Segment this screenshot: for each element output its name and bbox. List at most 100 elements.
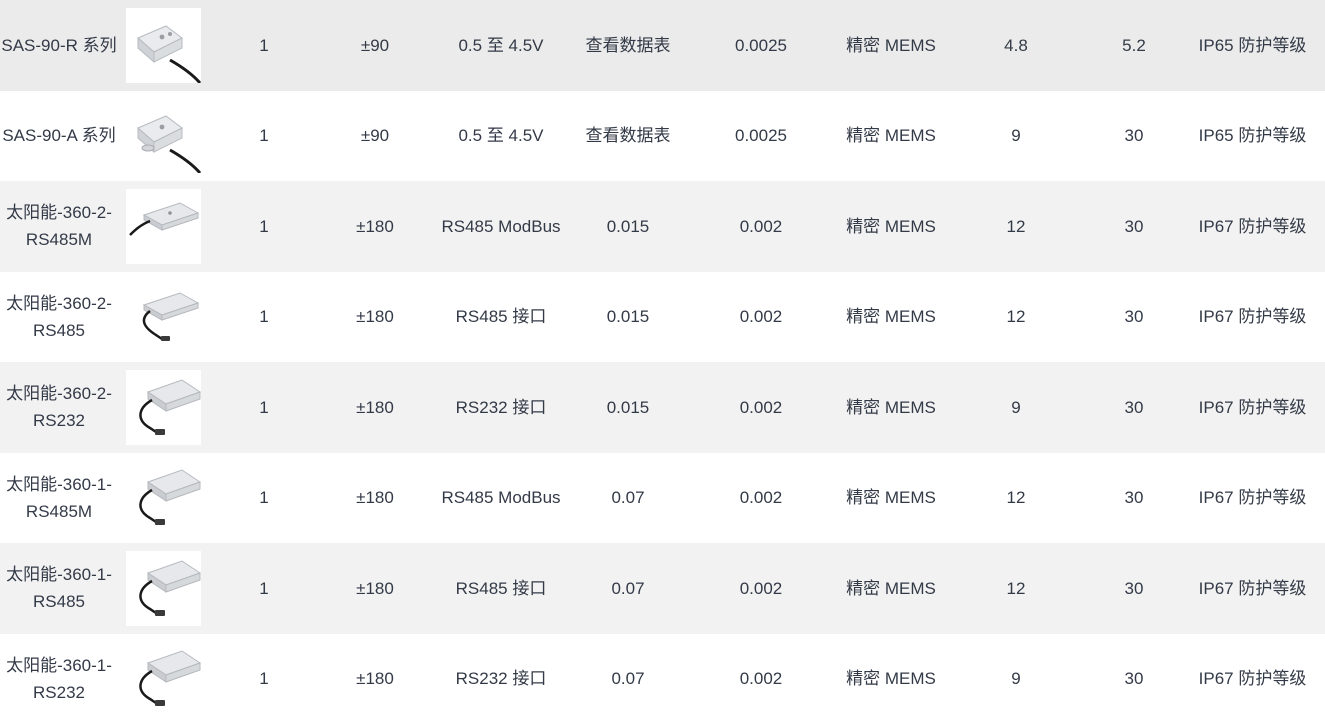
range-cell: ±180 [320,272,430,363]
value-cell-1: 12 [944,543,1088,634]
product-image-cell [118,181,208,272]
accuracy-cell: 0.002 [684,543,838,634]
accuracy-cell: 0.002 [684,181,838,272]
model-cell[interactable]: SAS-90-R 系列 [0,0,118,91]
protection-cell: IP67 防护等级 [1180,453,1325,544]
protection-cell: IP67 防护等级 [1180,634,1325,724]
product-image[interactable] [126,189,201,264]
sensor-image-icon [126,370,201,445]
range-cell: ±180 [320,543,430,634]
model-cell[interactable]: SAS-90-A 系列 [0,91,118,182]
sensor-image-icon [126,641,201,716]
value-cell-2: 30 [1088,453,1180,544]
axes-cell: 1 [208,272,320,363]
axes-cell: 1 [208,362,320,453]
output-cell: RS485 ModBus [430,453,572,544]
axes-cell: 1 [208,543,320,634]
accuracy-cell: 0.002 [684,634,838,724]
output-cell: RS232 接口 [430,362,572,453]
product-image[interactable] [126,98,201,173]
product-image[interactable] [126,370,201,445]
product-image[interactable] [126,551,201,626]
value-cell-2: 30 [1088,543,1180,634]
axes-cell: 1 [208,634,320,724]
value-cell-2: 30 [1088,272,1180,363]
table-row: 太阳能-360-1-RS485M 1 ±180 RS485 ModBus 0.0… [0,453,1325,544]
table-row: 太阳能-360-1-RS485 1 ±180 RS485 接口 0.07 0.0… [0,543,1325,634]
output-cell: 0.5 至 4.5V [430,91,572,182]
range-cell: ±90 [320,0,430,91]
product-image-cell [118,272,208,363]
value-cell-1: 9 [944,634,1088,724]
product-table: SAS-90-R 系列 1 ±90 0.5 至 4.5V 查看数据表 0.0 [0,0,1325,724]
sensor-image-icon [126,8,201,83]
sensor-image-icon [126,98,201,173]
output-cell: RS485 ModBus [430,181,572,272]
resolution-cell: 0.015 [572,362,684,453]
value-cell-2: 30 [1088,362,1180,453]
protection-cell: IP67 防护等级 [1180,272,1325,363]
sensor-cell: 精密 MEMS [838,543,944,634]
product-image[interactable] [126,460,201,535]
table-row: 太阳能-360-2-RS485 1 ±180 RS485 接口 0.015 0.… [0,272,1325,363]
sensor-image-icon [126,189,201,264]
accuracy-cell: 0.0025 [684,0,838,91]
protection-cell: IP65 防护等级 [1180,91,1325,182]
axes-cell: 1 [208,181,320,272]
product-image-cell [118,453,208,544]
output-cell: RS485 接口 [430,543,572,634]
model-cell[interactable]: 太阳能-360-2-RS485 [0,272,118,363]
value-cell-1: 12 [944,453,1088,544]
model-cell[interactable]: 太阳能-360-2-RS485M [0,181,118,272]
product-image[interactable] [126,279,201,354]
model-cell[interactable]: 太阳能-360-2-RS232 [0,362,118,453]
table-row: 太阳能-360-2-RS485M 1 ±180 RS485 ModBus 0.0… [0,181,1325,272]
resolution-cell: 0.015 [572,272,684,363]
model-cell[interactable]: 太阳能-360-1-RS232 [0,634,118,724]
axes-cell: 1 [208,453,320,544]
value-cell-1: 12 [944,272,1088,363]
resolution-cell: 0.07 [572,634,684,724]
sensor-cell: 精密 MEMS [838,272,944,363]
range-cell: ±180 [320,453,430,544]
range-cell: ±180 [320,181,430,272]
product-image[interactable] [126,8,201,83]
product-image-cell [118,91,208,182]
protection-cell: IP67 防护等级 [1180,362,1325,453]
value-cell-1: 4.8 [944,0,1088,91]
model-cell[interactable]: 太阳能-360-1-RS485M [0,453,118,544]
value-cell-2: 30 [1088,634,1180,724]
sensor-cell: 精密 MEMS [838,181,944,272]
protection-cell: IP67 防护等级 [1180,181,1325,272]
value-cell-2: 5.2 [1088,0,1180,91]
accuracy-cell: 0.002 [684,272,838,363]
product-image-cell [118,362,208,453]
resolution-cell: 0.015 [572,181,684,272]
value-cell-1: 9 [944,362,1088,453]
sensor-cell: 精密 MEMS [838,453,944,544]
range-cell: ±180 [320,362,430,453]
product-image-cell [118,0,208,91]
sensor-image-icon [126,551,201,626]
product-image[interactable] [126,641,201,716]
product-image-cell [118,543,208,634]
protection-cell: IP67 防护等级 [1180,543,1325,634]
table-row: 太阳能-360-1-RS232 1 ±180 RS232 接口 0.07 0.0… [0,634,1325,724]
accuracy-cell: 0.0025 [684,91,838,182]
resolution-cell: 查看数据表 [572,0,684,91]
product-image-cell [118,634,208,724]
sensor-image-icon [126,460,201,535]
range-cell: ±90 [320,91,430,182]
output-cell: RS485 接口 [430,272,572,363]
sensor-image-icon [126,279,201,354]
sensor-cell: 精密 MEMS [838,91,944,182]
protection-cell: IP65 防护等级 [1180,0,1325,91]
model-cell[interactable]: 太阳能-360-1-RS485 [0,543,118,634]
axes-cell: 1 [208,0,320,91]
sensor-cell: 精密 MEMS [838,0,944,91]
sensor-cell: 精密 MEMS [838,362,944,453]
value-cell-2: 30 [1088,181,1180,272]
value-cell-1: 9 [944,91,1088,182]
sensor-cell: 精密 MEMS [838,634,944,724]
output-cell: 0.5 至 4.5V [430,0,572,91]
